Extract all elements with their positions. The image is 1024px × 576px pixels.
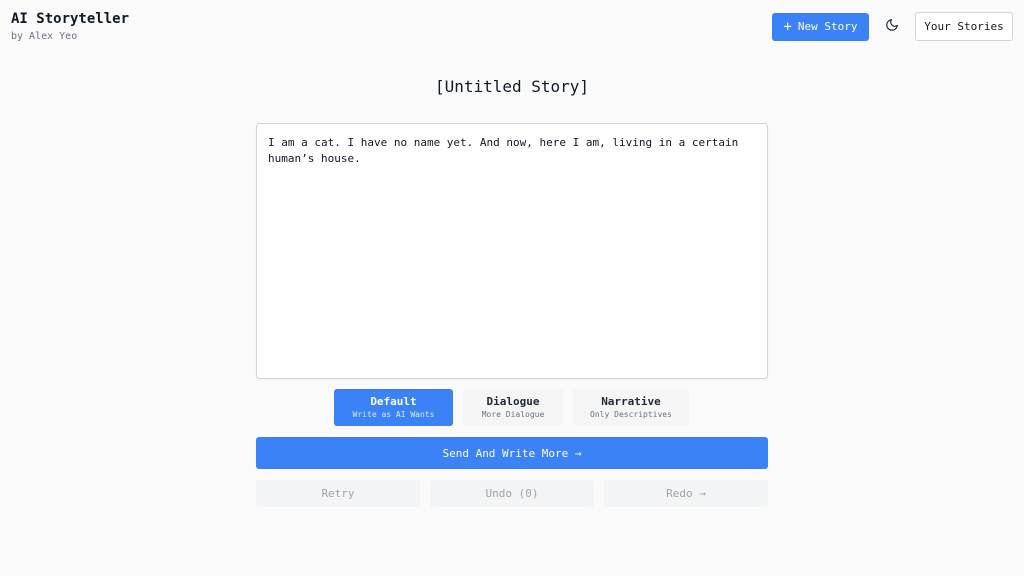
app-title: AI Storyteller xyxy=(11,11,130,27)
mode-label: Default xyxy=(370,395,417,408)
mode-description: Write as AI Wants xyxy=(352,410,435,419)
mode-selector: Default Write as AI Wants Dialogue More … xyxy=(334,389,689,426)
app-page: AI Storyteller by Alex Yeo + New Story Y… xyxy=(0,0,1024,576)
secondary-actions: Retry Undo (0) Redo → xyxy=(256,480,768,507)
app-byline: by Alex Yeo xyxy=(11,31,78,42)
header-actions: + New Story Your Stories xyxy=(772,12,1013,41)
mode-label: Dialogue xyxy=(486,395,540,408)
retry-button[interactable]: Retry xyxy=(256,480,420,507)
new-story-label: New Story xyxy=(797,20,858,33)
redo-button[interactable]: Redo → xyxy=(604,480,768,507)
your-stories-button[interactable]: Your Stories xyxy=(915,12,1013,41)
new-story-button[interactable]: + New Story xyxy=(772,12,869,41)
mode-dialogue-button[interactable]: Dialogue More Dialogue xyxy=(463,389,563,426)
story-title[interactable]: [Untitled Story] xyxy=(0,77,1024,97)
story-editor[interactable] xyxy=(256,123,768,379)
send-and-write-more-button[interactable]: Send And Write More → xyxy=(256,437,768,469)
mode-description: Only Descriptives xyxy=(590,410,672,419)
mode-label: Narrative xyxy=(601,395,661,408)
mode-description: More Dialogue xyxy=(481,410,545,419)
mode-narrative-button[interactable]: Narrative Only Descriptives xyxy=(573,389,689,426)
mode-default-button[interactable]: Default Write as AI Wants xyxy=(334,389,453,426)
theme-toggle-button[interactable] xyxy=(878,13,906,41)
brand: AI Storyteller by Alex Yeo xyxy=(11,11,129,43)
moon-icon xyxy=(885,18,899,35)
plus-icon: + xyxy=(783,18,792,35)
undo-button[interactable]: Undo (0) xyxy=(430,480,594,507)
